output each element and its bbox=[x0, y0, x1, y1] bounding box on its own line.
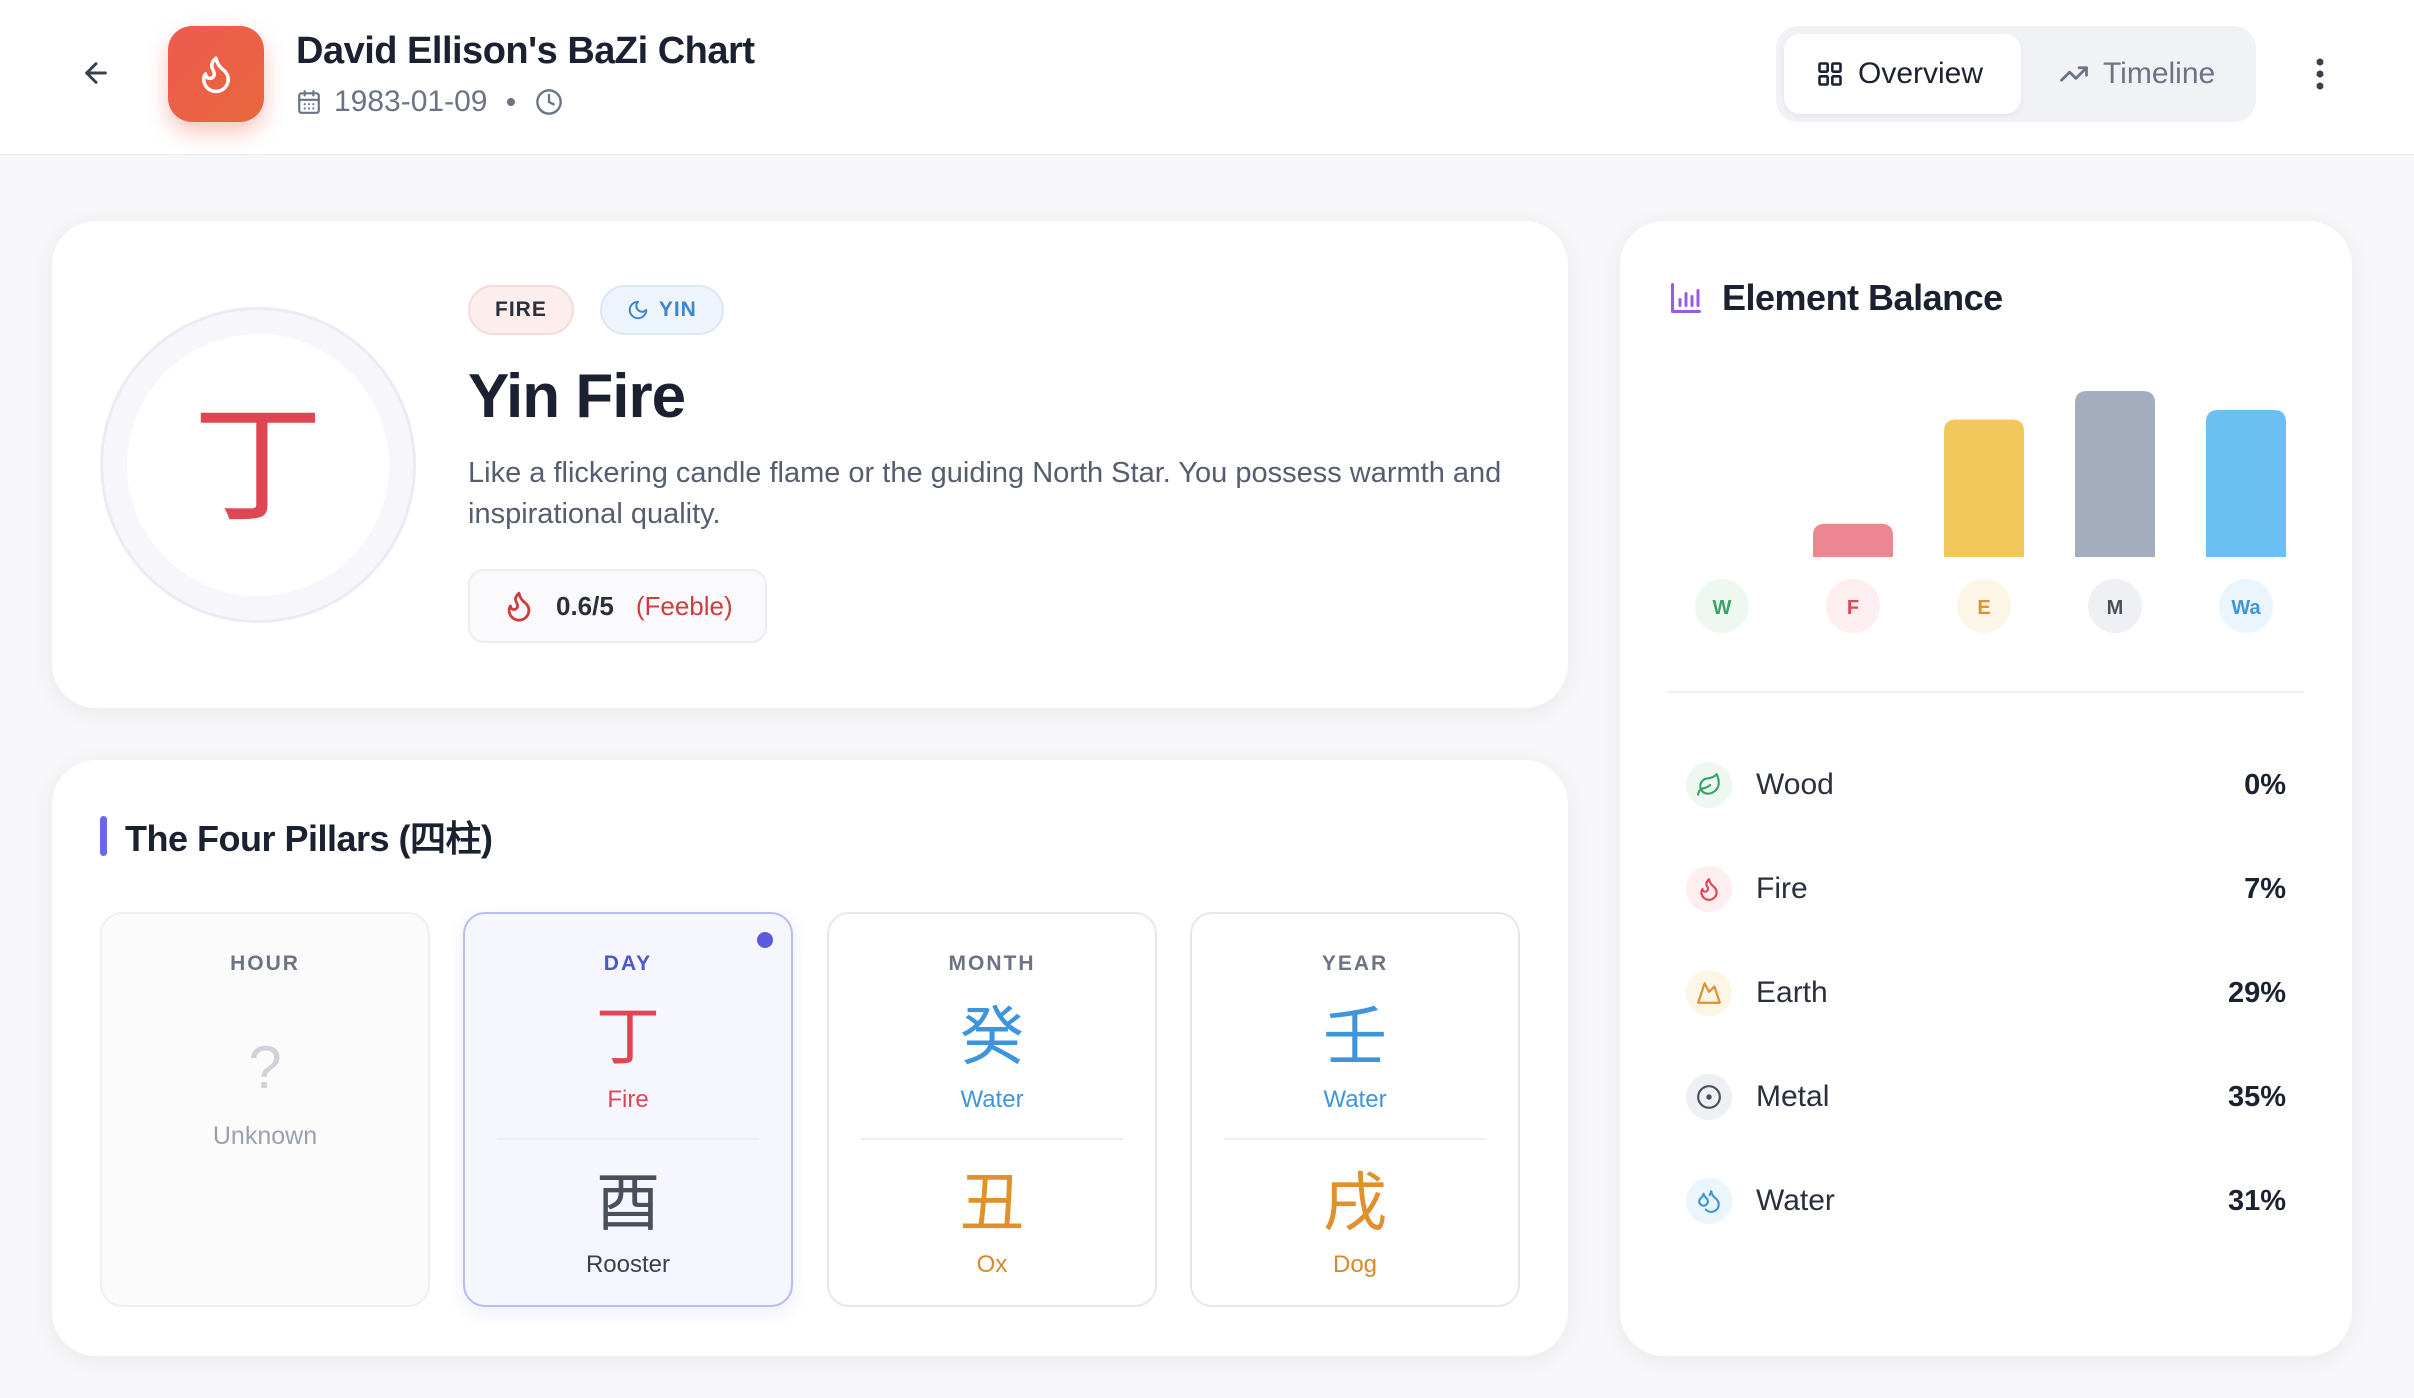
earthly-branch-character: 戌 bbox=[1323, 1167, 1387, 1241]
top-bar: David Ellison's BaZi Chart 1983-01-09 Ov… bbox=[0, 0, 2414, 155]
earthly-branch-name: Dog bbox=[1332, 1251, 1378, 1278]
bar-M bbox=[2075, 391, 2155, 557]
grid-icon bbox=[1818, 62, 1842, 86]
leaf-icon bbox=[1686, 762, 1732, 808]
pillar-year[interactable]: YEAR 壬 Water 戌 Dog bbox=[1190, 912, 1520, 1307]
tab-timeline-label: Timeline bbox=[2102, 57, 2216, 90]
heavenly-stem-name: Water bbox=[960, 1086, 1024, 1113]
balance-heading: Element Balance bbox=[1668, 277, 2003, 319]
element-badge: FIRE bbox=[468, 285, 574, 335]
unknown-label: Unknown bbox=[212, 1122, 318, 1150]
pillar-month[interactable]: MONTH 癸 Water 丑 Ox bbox=[827, 912, 1157, 1307]
category-label: E bbox=[1977, 597, 1990, 619]
element-row-earth: Earth 29% bbox=[1686, 963, 2286, 1023]
element-percent: 31% bbox=[2227, 1184, 2286, 1217]
element-name: Water bbox=[1756, 1184, 1835, 1217]
separator-dot bbox=[507, 98, 516, 106]
polarity-label: YIN bbox=[658, 298, 697, 321]
polarity-badge: YIN bbox=[599, 285, 724, 335]
pillars-heading-text: The Four Pillars (四柱) bbox=[125, 818, 493, 859]
element-row-wood: Wood 0% bbox=[1686, 755, 2286, 815]
flame-icon bbox=[1686, 866, 1732, 912]
pillar-label: HOUR bbox=[230, 952, 300, 975]
selected-indicator-dot bbox=[757, 932, 773, 948]
more-menu-button[interactable] bbox=[2296, 48, 2344, 100]
day-master-card: 丁 FIRE YIN Yin Fire Like a flickering ca… bbox=[52, 221, 1568, 708]
heavenly-stem-character: 壬 bbox=[1323, 1001, 1387, 1075]
element-name: Metal bbox=[1756, 1080, 1830, 1113]
heading-accent-bar bbox=[100, 816, 107, 856]
pillar-divider bbox=[497, 1138, 759, 1140]
category-label: F bbox=[1847, 597, 1859, 619]
chart-divider bbox=[1668, 691, 2304, 693]
bar-F bbox=[1813, 523, 1893, 557]
balance-heading-text: Element Balance bbox=[1722, 277, 2003, 318]
pillar-day[interactable]: DAY 丁 Fire 酉 Rooster bbox=[463, 912, 793, 1307]
element-name: Earth bbox=[1756, 976, 1828, 1009]
element-row-water: Water 31% bbox=[1686, 1171, 2286, 1231]
trending-up-icon bbox=[2060, 66, 2088, 82]
category-label: M bbox=[2107, 597, 2124, 619]
pillar-divider bbox=[1224, 1138, 1486, 1140]
app-logo bbox=[168, 26, 264, 122]
strength-label: (Feeble) bbox=[635, 590, 733, 621]
element-percent: 29% bbox=[2227, 976, 2286, 1009]
tab-overview-label: Overview bbox=[1858, 57, 1984, 90]
four-pillars-card: The Four Pillars (四柱) HOUR ? Unknown DAY… bbox=[52, 760, 1568, 1356]
flame-icon bbox=[202, 56, 230, 94]
strength-score: 0.6/5 bbox=[556, 590, 614, 621]
unknown-mark: ? bbox=[248, 1034, 282, 1101]
strength-indicator: 0.6/5 (Feeble) bbox=[468, 569, 767, 643]
heavenly-stem-character: 癸 bbox=[960, 1001, 1024, 1075]
tab-timeline[interactable]: Timeline bbox=[2027, 34, 2248, 114]
heavenly-stem-name: Fire bbox=[607, 1086, 649, 1113]
category-label: Wa bbox=[2231, 597, 2261, 619]
earthly-branch-name: Rooster bbox=[585, 1251, 671, 1278]
day-master-emblem: 丁 bbox=[100, 307, 416, 623]
day-master-title: Yin Fire bbox=[468, 362, 686, 431]
pillar-hour[interactable]: HOUR ? Unknown bbox=[100, 912, 430, 1307]
element-name: Fire bbox=[1756, 872, 1808, 905]
moon-icon bbox=[628, 300, 648, 320]
day-master-description: Like a flickering candle flame or the gu… bbox=[468, 457, 1502, 530]
pillar-divider bbox=[861, 1138, 1123, 1140]
element-percent: 0% bbox=[2244, 768, 2286, 801]
calendar-icon bbox=[298, 90, 320, 114]
pillars-heading: The Four Pillars (四柱) bbox=[100, 816, 493, 859]
category-label: W bbox=[1713, 597, 1732, 619]
heavenly-stem-name: Water bbox=[1323, 1086, 1387, 1113]
droplets-icon bbox=[1686, 1178, 1732, 1224]
pillar-label: YEAR bbox=[1321, 952, 1389, 975]
element-balance-chart: W F E M Wa bbox=[1695, 391, 2286, 633]
badge-row: FIRE YIN bbox=[468, 285, 724, 335]
clock-icon bbox=[536, 89, 563, 115]
day-master-character: 丁 bbox=[192, 389, 323, 541]
mountain-icon bbox=[1686, 970, 1732, 1016]
flame-icon bbox=[507, 591, 531, 622]
circle-dot-icon bbox=[1686, 1074, 1732, 1120]
birth-info: 1983-01-09 bbox=[296, 84, 563, 120]
back-button[interactable] bbox=[70, 47, 122, 99]
birth-date: 1983-01-09 bbox=[334, 85, 488, 118]
pillar-label: DAY bbox=[603, 952, 653, 975]
tab-overview[interactable]: Overview bbox=[1784, 34, 2021, 114]
element-row-fire: Fire 7% bbox=[1686, 859, 2286, 919]
bar-Wa bbox=[2206, 409, 2286, 557]
element-row-metal: Metal 35% bbox=[1686, 1067, 2286, 1127]
element-name: Wood bbox=[1756, 768, 1834, 801]
element-percent: 35% bbox=[2227, 1080, 2286, 1113]
bar-chart-icon bbox=[1671, 283, 1701, 313]
view-switcher: Overview Timeline bbox=[1776, 26, 2256, 122]
bar-E bbox=[1944, 419, 2024, 557]
more-vertical-icon bbox=[2316, 58, 2324, 90]
pillar-label: MONTH bbox=[948, 952, 1036, 975]
page-title: David Ellison's BaZi Chart bbox=[296, 30, 755, 72]
earthly-branch-character: 丑 bbox=[960, 1167, 1024, 1241]
arrow-left-icon bbox=[85, 62, 107, 84]
earthly-branch-name: Ox bbox=[976, 1251, 1008, 1278]
element-percent: 7% bbox=[2244, 872, 2286, 905]
element-balance-card: Element Balance W F E M Wa Wood 0% Fire 7% E… bbox=[1620, 221, 2352, 1356]
heavenly-stem-character: 丁 bbox=[596, 1001, 660, 1075]
earthly-branch-character: 酉 bbox=[596, 1167, 660, 1241]
